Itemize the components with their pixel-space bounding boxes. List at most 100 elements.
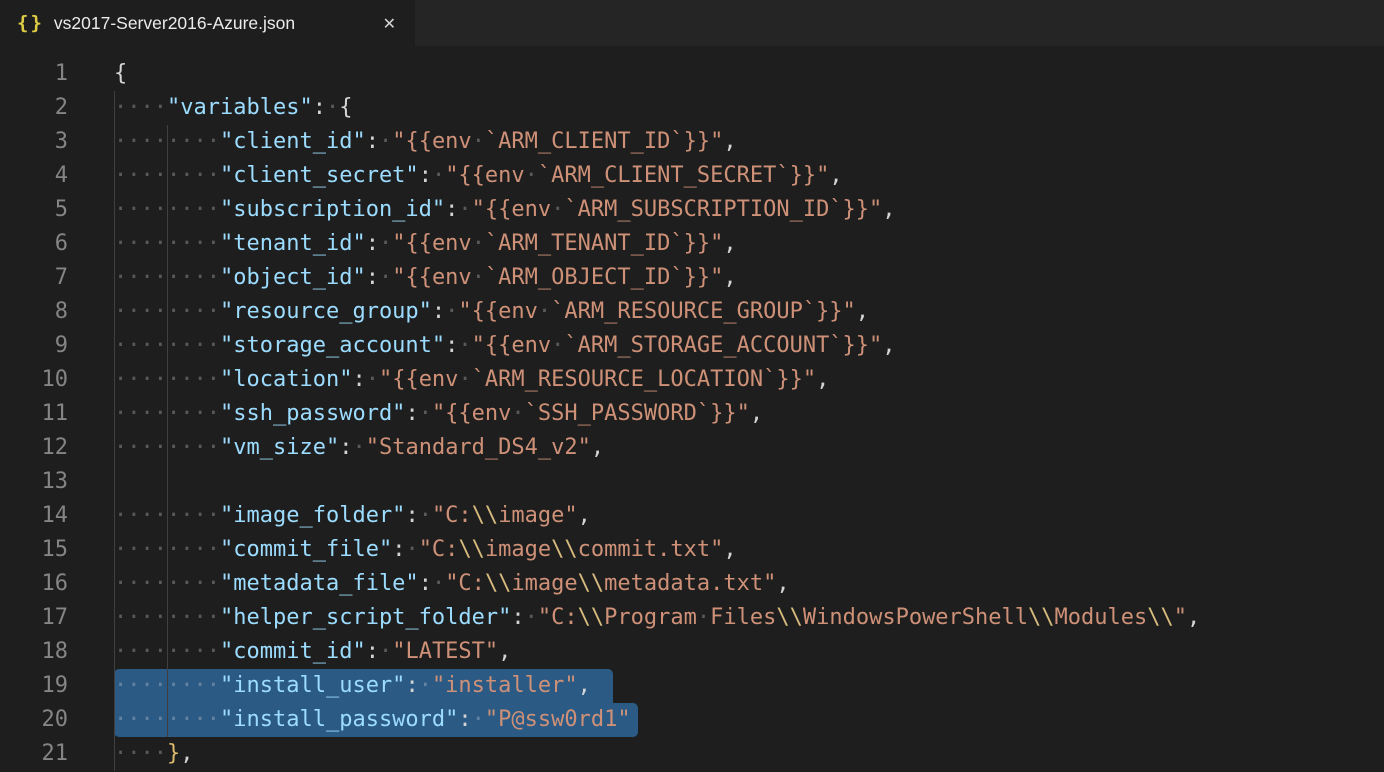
code-token: "commit_file" bbox=[220, 537, 392, 562]
whitespace-dot: · bbox=[419, 673, 432, 698]
code-line[interactable]: 21····}, bbox=[0, 737, 1384, 771]
line-number[interactable]: 14 bbox=[0, 499, 68, 533]
code-token: "{{env bbox=[472, 333, 551, 358]
code-line[interactable]: 9········"storage_account":·"{{env·`ARM_… bbox=[0, 329, 1384, 363]
code-token: : bbox=[511, 605, 524, 630]
code-line[interactable]: 19········"install_user":·"installer", bbox=[0, 669, 1384, 703]
whitespace-dot: · bbox=[127, 571, 140, 596]
code-line[interactable]: 15········"commit_file":·"C:\\image\\com… bbox=[0, 533, 1384, 567]
whitespace-dot: · bbox=[207, 639, 220, 664]
code-token: , bbox=[591, 435, 604, 460]
whitespace-dot: · bbox=[167, 231, 180, 256]
line-number[interactable]: 20 bbox=[0, 703, 68, 737]
selection-highlight: ········"install_password":·"P@ssw0rd1" bbox=[114, 703, 638, 737]
code-line[interactable]: 8········"resource_group":·"{{env·`ARM_R… bbox=[0, 295, 1384, 329]
whitespace-dot: · bbox=[141, 707, 154, 732]
whitespace-dot: · bbox=[114, 231, 127, 256]
code-line[interactable]: 12········"vm_size":·"Standard_DS4_v2", bbox=[0, 431, 1384, 465]
whitespace-dot: · bbox=[154, 707, 167, 732]
line-number[interactable]: 15 bbox=[0, 533, 68, 567]
line-number[interactable]: 16 bbox=[0, 567, 68, 601]
line-number[interactable]: 6 bbox=[0, 227, 68, 261]
whitespace-dot: · bbox=[194, 537, 207, 562]
line-number[interactable]: 17 bbox=[0, 601, 68, 635]
whitespace-dot: · bbox=[114, 95, 127, 120]
code-line[interactable]: 13 bbox=[0, 465, 1384, 499]
editor[interactable]: 1{2····"variables":·{3········"client_id… bbox=[0, 46, 1384, 772]
line-number[interactable]: 7 bbox=[0, 261, 68, 295]
code-line[interactable]: 18········"commit_id":·"LATEST", bbox=[0, 635, 1384, 669]
code-line[interactable]: 20 ········"install_password":·"P@ssw0rd1… bbox=[0, 703, 1384, 737]
line-number[interactable]: 21 bbox=[0, 737, 68, 771]
whitespace-dot: · bbox=[141, 741, 154, 766]
whitespace-dot: · bbox=[127, 231, 140, 256]
whitespace-dot: · bbox=[472, 707, 485, 732]
line-number[interactable]: 5 bbox=[0, 193, 68, 227]
code-line[interactable]: 17········"helper_script_folder":·"C:\\P… bbox=[0, 601, 1384, 635]
whitespace-dot: · bbox=[114, 537, 127, 562]
code-line[interactable]: 7········"object_id":·"{{env·`ARM_OBJECT… bbox=[0, 261, 1384, 295]
whitespace-dot: · bbox=[114, 333, 127, 358]
line-number[interactable]: 8 bbox=[0, 295, 68, 329]
whitespace-dot: · bbox=[180, 163, 193, 188]
whitespace-dot: · bbox=[167, 503, 180, 528]
code-line-content: { bbox=[68, 57, 1384, 91]
whitespace-dot: · bbox=[445, 299, 458, 324]
whitespace-dot: · bbox=[167, 367, 180, 392]
code-token: Files bbox=[710, 605, 776, 630]
whitespace-dot: · bbox=[180, 707, 193, 732]
code-line[interactable]: 2····"variables":·{ bbox=[0, 91, 1384, 125]
whitespace-dot: · bbox=[167, 605, 180, 630]
line-number[interactable]: 13 bbox=[0, 465, 68, 499]
line-number[interactable]: 12 bbox=[0, 431, 68, 465]
whitespace-dot: · bbox=[141, 197, 154, 222]
code-line[interactable]: 6········"tenant_id":·"{{env·`ARM_TENANT… bbox=[0, 227, 1384, 261]
line-number[interactable]: 3 bbox=[0, 125, 68, 159]
whitespace-dot: · bbox=[141, 639, 154, 664]
code-token: "{{env bbox=[392, 265, 471, 290]
whitespace-dot: · bbox=[154, 401, 167, 426]
code-line[interactable]: 4········"client_secret":·"{{env·`ARM_CL… bbox=[0, 159, 1384, 193]
whitespace-dot: · bbox=[141, 605, 154, 630]
whitespace-dot: · bbox=[114, 401, 127, 426]
whitespace-dot: · bbox=[141, 673, 154, 698]
code-line[interactable]: 1{ bbox=[0, 57, 1384, 91]
line-number[interactable]: 4 bbox=[0, 159, 68, 193]
tab-close-icon[interactable]: ✕ bbox=[379, 12, 400, 35]
code-line[interactable]: 11········"ssh_password":·"{{env·`SSH_PA… bbox=[0, 397, 1384, 431]
whitespace-dot: · bbox=[127, 367, 140, 392]
whitespace-dot: · bbox=[114, 503, 127, 528]
code-token: \\ bbox=[1147, 605, 1174, 630]
code-token: , bbox=[816, 367, 829, 392]
code-line-content: ········"tenant_id":·"{{env·`ARM_TENANT_… bbox=[68, 227, 1384, 261]
code-line[interactable]: 14········"image_folder":·"C:\\image", bbox=[0, 499, 1384, 533]
code-line[interactable]: 3········"client_id":·"{{env·`ARM_CLIENT… bbox=[0, 125, 1384, 159]
line-number[interactable]: 10 bbox=[0, 363, 68, 397]
line-number[interactable]: 19 bbox=[0, 669, 68, 703]
code-line-content: ········"image_folder":·"C:\\image", bbox=[68, 499, 1384, 533]
whitespace-dot: · bbox=[194, 435, 207, 460]
whitespace-dot: · bbox=[207, 197, 220, 222]
whitespace-dot: · bbox=[127, 129, 140, 154]
code-token: "tenant_id" bbox=[220, 231, 366, 256]
whitespace-dot: · bbox=[141, 367, 154, 392]
line-number[interactable]: 1 bbox=[0, 57, 68, 91]
code-line[interactable]: 10········"location":·"{{env·`ARM_RESOUR… bbox=[0, 363, 1384, 397]
code-line-content: ········"commit_file":·"C:\\image\\commi… bbox=[68, 533, 1384, 567]
whitespace-dot: · bbox=[141, 571, 154, 596]
whitespace-dot: · bbox=[141, 163, 154, 188]
code-line[interactable]: 5········"subscription_id":·"{{env·`ARM_… bbox=[0, 193, 1384, 227]
line-number[interactable]: 18 bbox=[0, 635, 68, 669]
code-line-content: ········"vm_size":·"Standard_DS4_v2", bbox=[68, 431, 1384, 465]
whitespace-dot: · bbox=[167, 707, 180, 732]
whitespace-dot: · bbox=[194, 333, 207, 358]
code-token: "{{env bbox=[458, 299, 537, 324]
code-token: : bbox=[366, 265, 379, 290]
tab-vs2017-server2016-azure-json[interactable]: {} vs2017-Server2016-Azure.json ✕ bbox=[0, 0, 415, 46]
code-line[interactable]: 16········"metadata_file":·"C:\\image\\m… bbox=[0, 567, 1384, 601]
line-number[interactable]: 2 bbox=[0, 91, 68, 125]
whitespace-dot: · bbox=[114, 265, 127, 290]
whitespace-dot: · bbox=[194, 231, 207, 256]
line-number[interactable]: 9 bbox=[0, 329, 68, 363]
line-number[interactable]: 11 bbox=[0, 397, 68, 431]
